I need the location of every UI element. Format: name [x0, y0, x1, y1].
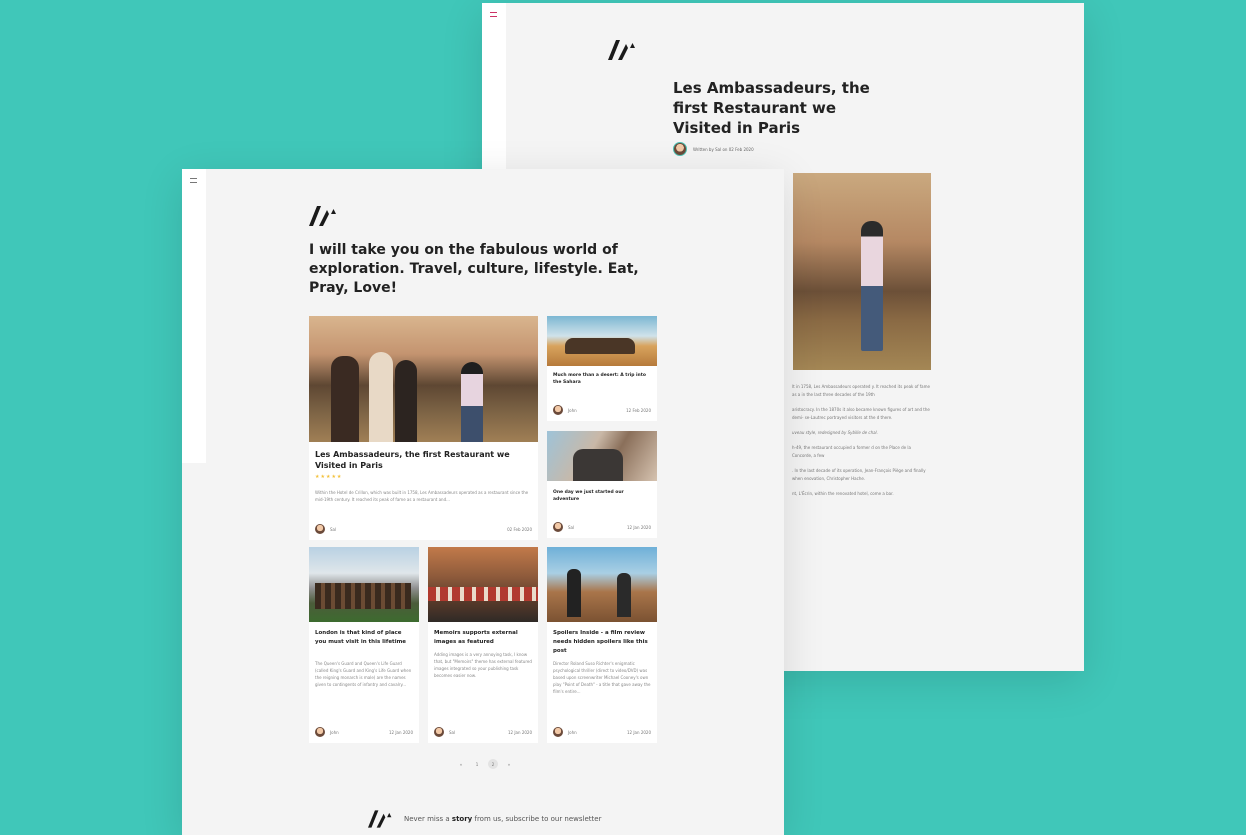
newsletter-cta[interactable]: Never miss a story from us, subscribe to…: [368, 810, 601, 828]
post-card[interactable]: Much more than a desert: A trip into the…: [547, 316, 657, 421]
article-paragraph: h-49, the restaurant occupied a former d…: [792, 445, 911, 458]
avatar: [553, 727, 563, 737]
post-date: 12 Jan 2020: [389, 729, 413, 735]
featured-image: [309, 316, 538, 442]
pagination-prev[interactable]: «: [456, 759, 466, 769]
post-excerpt: The Queen's Guard and Queen's Life Guard…: [315, 661, 412, 687]
pagination-next[interactable]: »: [504, 759, 514, 769]
post-title[interactable]: Memoirs supports external images as feat…: [434, 629, 532, 647]
newsletter-text: Never miss a story from us, subscribe to…: [404, 815, 601, 823]
post-title[interactable]: London is that kind of place you must vi…: [315, 629, 413, 647]
article-title: Les Ambassadeurs, the first Restaurant w…: [673, 79, 870, 137]
avatar: [434, 727, 444, 737]
byline-text: Written by Sal on 02 Feb 2020: [693, 146, 754, 152]
menu-icon[interactable]: [490, 12, 497, 17]
post-image: [309, 547, 419, 622]
post-title[interactable]: Much more than a desert: A trip into the…: [553, 372, 651, 386]
newsletter-text-bold: story: [451, 815, 473, 823]
post-author[interactable]: Sal: [449, 730, 455, 735]
hero-figure: [861, 221, 883, 351]
post-meta: John 12 Jan 2020: [553, 727, 651, 737]
post-date: 12 Jan 2020: [508, 729, 532, 735]
newsletter-text-part: from us, subscribe to our newsletter: [474, 815, 602, 823]
post-title[interactable]: Les Ambassadeurs, the first Restaurant w…: [315, 449, 532, 471]
post-meta: Sal 12 Jan 2020: [553, 522, 651, 532]
post-card[interactable]: One day we just started our adventure Sa…: [547, 431, 657, 538]
article-paragraph: uveau style, redesigned by Sybille de ch…: [792, 430, 878, 435]
post-meta: Sal 12 Jan 2020: [434, 727, 532, 737]
post-title[interactable]: One day we just started our adventure: [553, 489, 651, 503]
post-image: [547, 316, 657, 366]
featured-post-card[interactable]: Les Ambassadeurs, the first Restaurant w…: [309, 316, 538, 540]
post-date: 12 Jan 2020: [627, 729, 651, 735]
post-author[interactable]: John: [568, 408, 577, 413]
post-author[interactable]: Sal: [568, 525, 574, 530]
home-page-preview: I will take you on the fabulous world of…: [182, 169, 784, 835]
post-image: [547, 547, 657, 622]
post-author[interactable]: Sal: [330, 527, 336, 532]
post-meta: John 12 Jan 2020: [315, 727, 413, 737]
logo-icon[interactable]: [608, 40, 638, 60]
post-date: 02 Feb 2020: [507, 526, 532, 532]
logo-icon: [368, 810, 394, 828]
newsletter-text-part: Never miss a: [404, 815, 450, 823]
pagination: « 1 2 »: [456, 759, 514, 769]
pagination-page-current[interactable]: 2: [488, 759, 498, 769]
post-meta: Sal 02 Feb 2020: [315, 524, 532, 534]
byline: Written by Sal on 02 Feb 2020: [673, 142, 754, 156]
avatar: [315, 727, 325, 737]
post-date: 12 Jan 2020: [627, 524, 651, 530]
post-meta: John 12 Feb 2020: [553, 405, 651, 415]
article-body: lt in 1758, Les Ambassadeurs operated y.…: [792, 383, 932, 505]
post-excerpt: Within the Hotel de Crillon, which was b…: [315, 490, 529, 502]
page-headline: I will take you on the fabulous world of…: [309, 242, 639, 296]
post-excerpt: Adding images is a very annoying task, I…: [434, 652, 532, 678]
avatar: [673, 142, 687, 156]
post-card[interactable]: Spoilers Inside - a film review needs hi…: [547, 547, 657, 743]
article-paragraph: aristocracy. In the 1870s it also became…: [792, 407, 930, 420]
logo-icon[interactable]: [309, 206, 339, 226]
avatar: [553, 522, 563, 532]
post-card[interactable]: London is that kind of place you must vi…: [309, 547, 419, 743]
avatar: [553, 405, 563, 415]
post-author[interactable]: John: [330, 730, 339, 735]
post-excerpt: Director Roland Suso Richter's enigmatic…: [553, 661, 651, 694]
pagination-page[interactable]: 1: [472, 759, 482, 769]
post-image: [547, 431, 657, 481]
post-card[interactable]: Memoirs supports external images as feat…: [428, 547, 538, 743]
article-hero-image: [793, 173, 931, 370]
rating-stars: ★★★★★: [315, 474, 343, 480]
article-paragraph: lt in 1758, Les Ambassadeurs operated y.…: [792, 384, 930, 397]
post-date: 12 Feb 2020: [626, 407, 651, 413]
avatar: [315, 524, 325, 534]
post-image: [428, 547, 538, 622]
menu-icon[interactable]: [190, 178, 197, 183]
sidebar: [182, 169, 206, 463]
article-paragraph: . In the last decade of its operation, J…: [792, 468, 926, 481]
article-paragraph: nt, L'Écrin, within the renovated hotel,…: [792, 491, 894, 496]
post-title[interactable]: Spoilers Inside - a film review needs hi…: [553, 629, 651, 656]
post-author[interactable]: John: [568, 730, 577, 735]
